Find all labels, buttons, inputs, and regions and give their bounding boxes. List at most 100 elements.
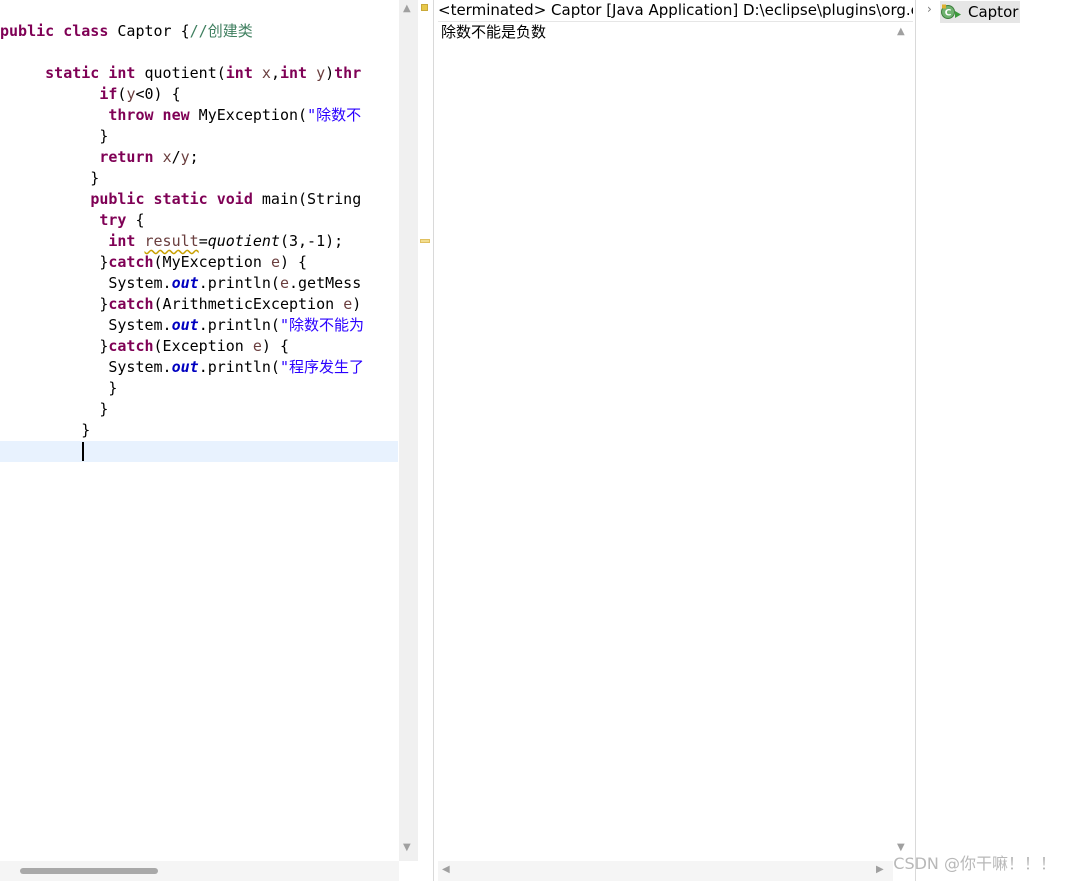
- scroll-up-arrow-icon[interactable]: ▲: [897, 26, 905, 37]
- code-token: thr: [334, 64, 362, 82]
- code-token: main(String: [252, 190, 362, 208]
- code-token: static int: [45, 64, 136, 82]
- code-token: }: [0, 169, 100, 187]
- code-line: }: [0, 399, 108, 420]
- code-token: "除数不: [307, 106, 362, 124]
- code-token: out: [171, 274, 199, 292]
- console-horizontal-scrollbar[interactable]: ◀ ▶: [438, 861, 893, 881]
- code-token: e: [270, 253, 280, 271]
- code-token: //创建类: [189, 22, 253, 40]
- code-line: }catch(MyException e) {: [0, 252, 307, 273]
- code-token: .println(: [198, 358, 280, 376]
- code-line: try {: [0, 210, 145, 231]
- code-token: }: [0, 295, 109, 313]
- code-token: System.: [0, 274, 172, 292]
- scroll-down-arrow-icon[interactable]: ▼: [403, 842, 411, 853]
- code-line: return x/y;: [0, 147, 199, 168]
- scroll-up-arrow-icon[interactable]: ▲: [403, 3, 411, 14]
- scroll-right-arrow-icon[interactable]: ▶: [876, 864, 884, 875]
- ruler-warning-marker-icon[interactable]: [421, 4, 428, 11]
- code-token: quotient(: [135, 64, 226, 82]
- current-line-highlight: [0, 441, 398, 462]
- code-token: (ArithmeticException: [153, 295, 344, 313]
- code-token: out: [171, 316, 199, 334]
- outline-view[interactable]: [916, 0, 1066, 881]
- svg-text:C: C: [945, 9, 952, 19]
- code-token: }: [0, 421, 91, 439]
- code-line: System.out.println(e.getMess: [0, 273, 361, 294]
- code-token: x: [261, 64, 271, 82]
- code-token: int: [225, 64, 253, 82]
- editor-horizontal-scroll-thumb[interactable]: [20, 868, 158, 874]
- scroll-left-arrow-icon[interactable]: ◀: [442, 864, 450, 875]
- outline-item-captor[interactable]: C Captor: [940, 1, 1020, 23]
- code-token: y: [316, 64, 326, 82]
- chevron-right-icon[interactable]: ›: [927, 2, 932, 16]
- code-token: catch: [108, 295, 154, 313]
- code-line: }catch(ArithmeticException e): [0, 294, 361, 315]
- java-launch-config-icon: C: [941, 4, 961, 19]
- code-token: (MyException: [153, 253, 271, 271]
- code-token: System.: [0, 316, 172, 334]
- code-token: }: [0, 400, 109, 418]
- code-token: "除数不能为: [279, 316, 365, 334]
- editor-vertical-scrollbar[interactable]: ▲ ▼: [399, 0, 418, 861]
- code-line: public static void main(String: [0, 189, 361, 210]
- code-token: .getMess: [289, 274, 362, 292]
- console-vertical-scrollbar[interactable]: ▲ ▼: [893, 22, 912, 860]
- console-title: <terminated> Captor [Java Application] D…: [438, 0, 913, 22]
- code-token: x: [162, 148, 172, 166]
- console-output-line: 除数不能是负数: [441, 23, 547, 41]
- code-token: =: [198, 232, 208, 250]
- code-token: }: [0, 379, 118, 397]
- code-token: e: [252, 337, 262, 355]
- code-token: catch: [108, 337, 154, 355]
- code-token: ;: [189, 148, 199, 166]
- code-token: {: [126, 211, 145, 229]
- code-token: Captor {: [108, 22, 190, 40]
- code-token: /: [171, 148, 181, 166]
- code-token: public static void: [90, 190, 253, 208]
- code-token: ): [325, 64, 335, 82]
- code-token: System.: [0, 358, 172, 376]
- code-token: public class: [0, 22, 109, 40]
- code-token: <0) {: [135, 85, 181, 103]
- code-line: }: [0, 126, 108, 147]
- code-line: public class Captor {//创建类: [0, 21, 253, 42]
- code-token: e: [343, 295, 353, 313]
- code-token: result: [144, 232, 199, 250]
- code-token: out: [171, 358, 199, 376]
- console-view[interactable]: [438, 22, 893, 860]
- code-line: }: [0, 378, 117, 399]
- code-line: int result=quotient(3,-1);: [0, 231, 343, 252]
- code-line: if(y<0) {: [0, 84, 181, 105]
- code-token: MyException(: [189, 106, 308, 124]
- code-token: ) {: [261, 337, 289, 355]
- code-line: }: [0, 420, 90, 441]
- overview-ruler[interactable]: [418, 0, 433, 881]
- ruler-occurrence-marker[interactable]: [420, 239, 430, 243]
- code-token: .println(: [198, 274, 280, 292]
- code-token: }: [0, 253, 109, 271]
- code-token: }: [0, 127, 109, 145]
- code-token: y: [180, 148, 190, 166]
- code-editor[interactable]: public class Captor {//创建类 static int qu…: [0, 0, 399, 861]
- code-token: "程序发生了: [279, 358, 365, 376]
- code-line: }catch(Exception e) {: [0, 336, 289, 357]
- console-divider: [433, 0, 434, 881]
- watermark: CSDN @你干嘛！！！: [893, 854, 1056, 873]
- code-token: int: [108, 232, 136, 250]
- code-token: ): [352, 295, 362, 313]
- code-token: int: [279, 64, 308, 82]
- code-token: try: [99, 211, 127, 229]
- code-token: quotient: [207, 232, 280, 250]
- code-token: (Exception: [153, 337, 253, 355]
